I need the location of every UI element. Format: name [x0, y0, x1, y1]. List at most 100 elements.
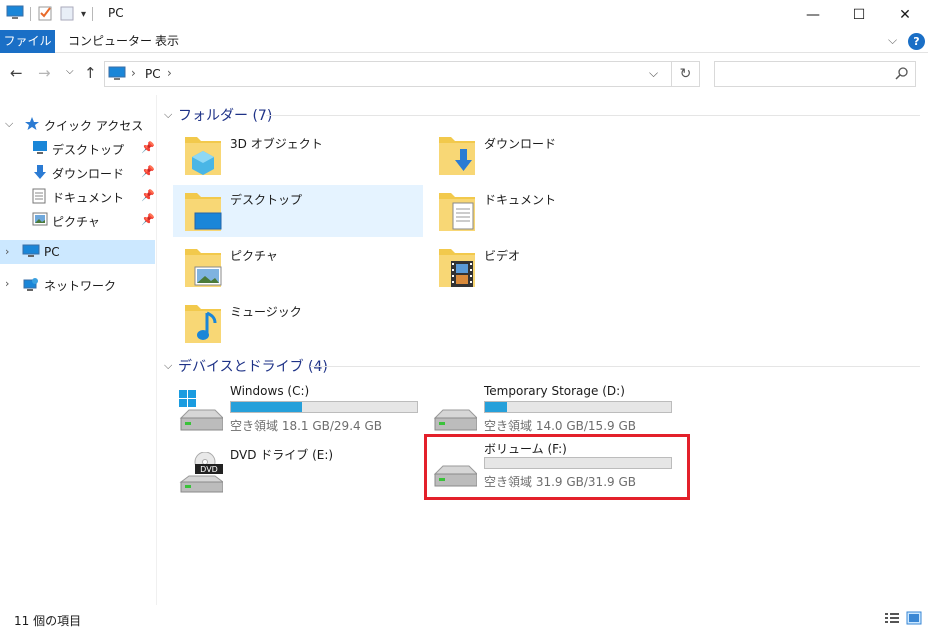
folder-label: ダウンロード	[484, 137, 557, 151]
pin-icon[interactable]: 📌	[141, 141, 155, 154]
tab-view[interactable]: 表示	[146, 30, 188, 53]
drive-d[interactable]: Temporary Storage (D:) 空き領域 14.0 GB/15.9…	[427, 384, 677, 438]
group-divider	[266, 115, 920, 116]
pin-icon[interactable]: 📌	[141, 213, 155, 226]
drive-e[interactable]: DVD DVD ドライブ (E:)	[173, 446, 423, 500]
expand-ribbon-icon[interactable]: ⌵	[888, 33, 897, 48]
pane-divider[interactable]	[156, 95, 157, 605]
nav-item-documents[interactable]: ドキュメント 📌	[0, 184, 155, 208]
folder-downloads[interactable]: ダウンロード	[427, 129, 677, 181]
separator	[92, 7, 94, 21]
dvd-drive-icon: DVD	[175, 451, 225, 499]
nav-quick-access[interactable]: ⌵ クイック アクセス	[0, 112, 155, 136]
nav-label: クイック アクセス	[44, 119, 144, 133]
folder-music[interactable]: ミュージック	[173, 297, 423, 349]
picture-icon	[32, 212, 48, 229]
pin-icon[interactable]: 📌	[141, 189, 155, 202]
back-button[interactable]: ←	[10, 64, 23, 82]
refresh-button[interactable]: ↻	[672, 61, 700, 87]
folder-3d-objects[interactable]: 3D オブジェクト	[173, 129, 423, 181]
nav-item-pc[interactable]: › PC	[0, 240, 155, 264]
pin-icon[interactable]: 📌	[141, 165, 155, 178]
folder-label: ピクチャ	[230, 249, 278, 263]
address-dropdown-icon[interactable]: ⌵	[649, 66, 658, 81]
breadcrumb-chevron-icon[interactable]: ›	[167, 66, 172, 80]
search-input[interactable]	[714, 61, 916, 87]
expand-icon[interactable]: ›	[5, 245, 9, 258]
desktop-folder-icon	[183, 187, 223, 238]
collapse-icon[interactable]: ⌵	[164, 108, 178, 122]
drive-name: Windows (C:)	[230, 384, 310, 398]
address-bar[interactable]: › PC › ⌵	[104, 61, 672, 87]
new-folder-icon[interactable]	[59, 5, 75, 24]
downloads-folder-icon	[437, 131, 477, 182]
pictures-folder-icon	[183, 243, 223, 294]
folder-label: ビデオ	[484, 249, 521, 263]
folder-pictures[interactable]: ピクチャ	[173, 241, 423, 293]
pc-icon	[22, 244, 40, 261]
drive-usage-fill	[485, 402, 508, 412]
group-header-folders[interactable]: ⌵ フォルダー (7)	[164, 105, 920, 125]
pc-icon	[108, 66, 126, 85]
navigation-pane: ⌵ クイック アクセス デスクトップ 📌 ダウンロード 📌 ドキュメント 📌 ピ…	[0, 100, 156, 600]
breadcrumb-chevron-icon[interactable]: ›	[131, 66, 136, 80]
quick-access-toolbar: ▾	[6, 5, 94, 24]
separator	[30, 7, 31, 21]
folder-documents[interactable]: ドキュメント	[427, 185, 677, 237]
nav-label: ダウンロード	[52, 167, 125, 181]
3d-objects-folder-icon	[183, 131, 223, 182]
star-icon	[24, 116, 40, 135]
nav-item-downloads[interactable]: ダウンロード 📌	[0, 160, 155, 184]
item-count: 11 個の項目	[14, 614, 82, 628]
document-icon	[32, 188, 46, 207]
documents-folder-icon	[437, 187, 477, 238]
nav-label: ネットワーク	[44, 279, 117, 293]
nav-item-pictures[interactable]: ピクチャ 📌	[0, 208, 155, 232]
breadcrumb-pc[interactable]: PC	[145, 67, 161, 81]
drive-c[interactable]: Windows (C:) 空き領域 18.1 GB/29.4 GB	[173, 384, 423, 438]
nav-item-network[interactable]: › ネットワーク	[0, 272, 155, 296]
pc-icon	[6, 5, 24, 24]
download-arrow-icon	[32, 164, 48, 183]
tab-file[interactable]: ファイル	[0, 30, 55, 53]
folder-videos[interactable]: ビデオ	[427, 241, 677, 293]
highlight-annotation-box	[424, 434, 690, 500]
folder-label: ミュージック	[230, 305, 302, 319]
close-button[interactable]: ✕	[882, 0, 928, 30]
drive-name: DVD ドライブ (E:)	[230, 448, 334, 462]
drive-usage-bar	[230, 401, 418, 413]
drive-free-space: 空き領域 18.1 GB/29.4 GB	[230, 419, 382, 433]
folder-desktop[interactable]: デスクトップ	[173, 185, 423, 237]
nav-item-desktop[interactable]: デスクトップ 📌	[0, 136, 155, 160]
maximize-button[interactable]: ☐	[836, 0, 882, 30]
large-icons-view-icon[interactable]	[906, 611, 922, 625]
music-folder-icon	[183, 299, 223, 350]
help-icon[interactable]: ?	[908, 33, 925, 50]
drive-free-space: 空き領域 14.0 GB/15.9 GB	[484, 419, 636, 433]
forward-button[interactable]: →	[38, 64, 51, 82]
window-title: PC	[108, 6, 124, 20]
drive-usage-bar	[484, 401, 672, 413]
dvd-badge-text: DVD	[200, 465, 218, 474]
search-icon	[895, 66, 909, 83]
details-view-icon[interactable]	[884, 611, 900, 625]
windows-drive-icon	[175, 390, 225, 437]
minimize-button[interactable]: —	[790, 0, 836, 30]
collapse-icon[interactable]: ⌵	[5, 117, 13, 131]
recent-locations-button[interactable]: ⌵	[66, 66, 74, 77]
ribbon: ファイル コンピューター 表示 ⌵ ?	[0, 30, 928, 53]
collapse-icon[interactable]: ⌵	[164, 359, 178, 373]
nav-label: ピクチャ	[52, 215, 100, 229]
customize-qat-icon[interactable]: ▾	[81, 9, 86, 20]
desktop-icon	[32, 140, 48, 157]
nav-label: PC	[44, 245, 60, 259]
group-title: デバイスとドライブ (4)	[178, 359, 328, 375]
folder-label: 3D オブジェクト	[230, 137, 323, 151]
nav-label: ドキュメント	[52, 191, 125, 205]
group-header-drives[interactable]: ⌵ デバイスとドライブ (4)	[164, 356, 920, 376]
expand-icon[interactable]: ›	[5, 277, 9, 290]
properties-icon[interactable]	[37, 5, 53, 24]
up-button[interactable]: ↑	[84, 64, 97, 82]
nav-label: デスクトップ	[52, 143, 125, 157]
folder-label: ドキュメント	[484, 193, 557, 207]
